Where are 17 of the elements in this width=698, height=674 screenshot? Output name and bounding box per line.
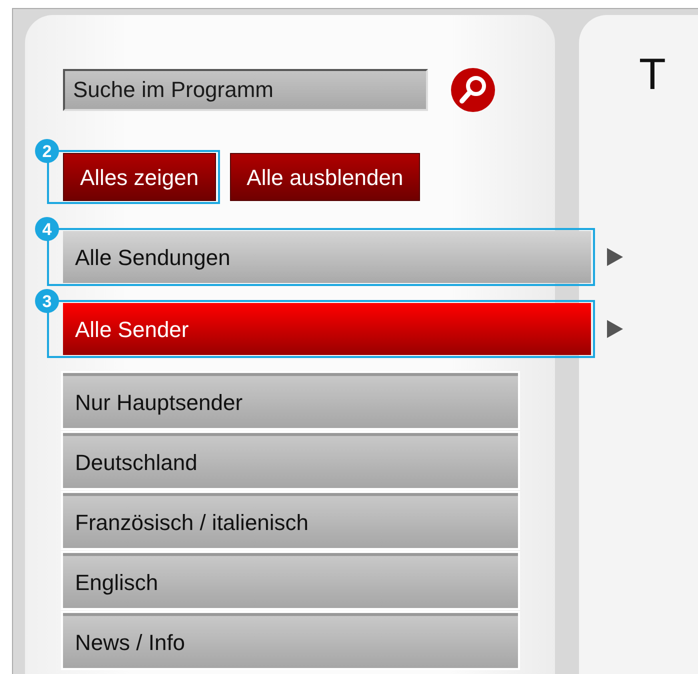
category-item[interactable]: Alle Sendungen — [63, 231, 591, 283]
menu-item[interactable]: News / Info — [63, 613, 518, 668]
callout-number: 3 — [35, 289, 59, 313]
arrow-icon — [607, 248, 623, 266]
menu-item[interactable]: Englisch — [63, 553, 518, 608]
menu-item[interactable]: Deutschland — [63, 433, 518, 488]
menu-item[interactable]: Nur Hauptsender — [63, 373, 518, 428]
action-button[interactable]: Alle ausblenden — [230, 153, 420, 201]
arrow-icon — [607, 320, 623, 338]
menu-item[interactable]: Französisch / italienisch — [63, 493, 518, 548]
category-item[interactable]: Alle Sender — [63, 303, 591, 355]
callout-number: 2 — [35, 139, 59, 163]
callout-number: 4 — [35, 217, 59, 241]
action-button[interactable]: Alles zeigen — [63, 153, 216, 201]
search-field[interactable]: Suche im Programm — [63, 69, 428, 111]
search-icon[interactable] — [450, 67, 496, 113]
page-title: T — [639, 53, 667, 97]
